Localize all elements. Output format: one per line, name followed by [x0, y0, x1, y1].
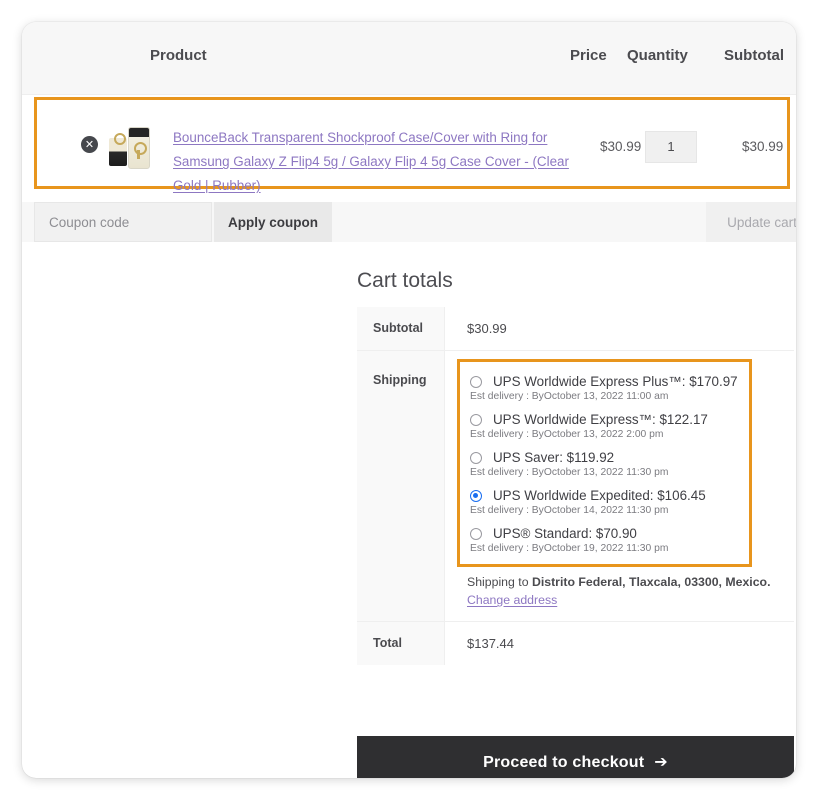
shipping-option-row-0: UPS Worldwide Express Plus™: $170.97 — [470, 374, 739, 389]
column-header-price: Price — [570, 47, 607, 64]
totals-subtotal-label: Subtotal — [357, 307, 445, 350]
thumbnail-ring-right-icon — [134, 142, 147, 155]
shipping-option-3: UPS Worldwide Expedited: $106.45 Est del… — [470, 488, 739, 516]
quantity-input[interactable]: 1 — [645, 131, 697, 163]
shipping-option-1: UPS Worldwide Express™: $122.17 Est deli… — [470, 412, 739, 440]
shipping-radio-1[interactable] — [470, 413, 482, 426]
shipping-est-3: Est delivery : ByOctober 14, 2022 11:30 … — [470, 505, 669, 516]
arrow-right-icon: ➔ — [654, 752, 668, 771]
product-price: $30.99 — [600, 139, 642, 154]
shipping-est-4: Est delivery : ByOctober 19, 2022 11:30 … — [470, 543, 669, 554]
column-header-subtotal: Subtotal — [724, 47, 784, 64]
shipping-radio-3[interactable] — [470, 489, 482, 502]
cart-item-row: ✕ BounceBack Transparent Shockproof Case… — [34, 97, 790, 193]
shipping-option-2: UPS Saver: $119.92 Est delivery : ByOcto… — [470, 450, 739, 478]
shipping-est-1: Est delivery : ByOctober 13, 2022 2:00 p… — [470, 429, 664, 440]
product-subtotal: $30.99 — [742, 139, 784, 154]
totals-row-subtotal: Subtotal $30.99 — [357, 307, 794, 351]
thumbnail-ring-stem-icon — [137, 150, 140, 159]
shipping-label-2[interactable]: UPS Saver: $119.92 — [493, 450, 614, 465]
cart-totals-title: Cart totals — [357, 269, 453, 292]
totals-shipping-label: Shipping — [357, 351, 445, 621]
product-thumbnail[interactable] — [105, 124, 155, 169]
shipping-option-row-4: UPS® Standard: $70.90 — [470, 526, 739, 541]
update-cart-button[interactable]: Update cart — [706, 202, 796, 242]
shipping-label-3[interactable]: UPS Worldwide Expedited: $106.45 — [493, 488, 706, 503]
thumbnail-ring-left-icon — [114, 133, 126, 145]
shipping-destination: Shipping to Distrito Federal, Tlaxcala, … — [467, 575, 794, 589]
shipping-option-row-1: UPS Worldwide Express™: $122.17 — [470, 412, 739, 427]
shipping-est-2: Est delivery : ByOctober 13, 2022 11:30 … — [470, 467, 669, 478]
totals-total-label: Total — [357, 622, 445, 665]
shipping-est-0: Est delivery : ByOctober 13, 2022 11:00 … — [470, 391, 669, 402]
cart-totals-table: Subtotal $30.99 Shipping UPS Worldwide E… — [357, 307, 794, 665]
column-header-quantity: Quantity — [627, 47, 688, 64]
shipping-radio-2[interactable] — [470, 451, 482, 464]
totals-row-total: Total $137.44 — [357, 622, 794, 665]
change-address-link[interactable]: Change address — [467, 593, 557, 607]
apply-coupon-button[interactable]: Apply coupon — [214, 202, 332, 242]
shipping-option-4: UPS® Standard: $70.90 Est delivery : ByO… — [470, 526, 739, 554]
shipping-to-prefix: Shipping to — [467, 575, 532, 589]
cart-table-header: Product Price Quantity Subtotal — [22, 22, 796, 95]
column-header-product: Product — [150, 47, 207, 64]
totals-row-shipping: Shipping UPS Worldwide Express Plus™: $1… — [357, 351, 794, 622]
shipping-label-4[interactable]: UPS® Standard: $70.90 — [493, 526, 637, 541]
product-title-link[interactable]: BounceBack Transparent Shockproof Case/C… — [173, 126, 575, 198]
shipping-option-row-2: UPS Saver: $119.92 — [470, 450, 739, 465]
shipping-options-cell: UPS Worldwide Express Plus™: $170.97 Est… — [445, 351, 794, 621]
shipping-to-address: Distrito Federal, Tlaxcala, 03300, Mexic… — [531, 575, 771, 589]
shipping-methods-box: UPS Worldwide Express Plus™: $170.97 Est… — [457, 359, 752, 567]
shipping-label-0[interactable]: UPS Worldwide Express Plus™: $170.97 — [493, 374, 738, 389]
cart-page-card: Product Price Quantity Subtotal ✕ Bounce… — [22, 22, 796, 778]
shipping-option-0: UPS Worldwide Express Plus™: $170.97 Est… — [470, 374, 739, 402]
coupon-code-input[interactable] — [34, 202, 212, 242]
shipping-option-row-3: UPS Worldwide Expedited: $106.45 — [470, 488, 739, 503]
checkout-label: Proceed to checkout — [483, 754, 645, 771]
shipping-label-1[interactable]: UPS Worldwide Express™: $122.17 — [493, 412, 708, 427]
shipping-radio-0[interactable] — [470, 375, 482, 388]
totals-subtotal-value: $30.99 — [467, 321, 507, 336]
remove-item-icon[interactable]: ✕ — [81, 136, 98, 153]
proceed-to-checkout-button[interactable]: Proceed to checkout ➔ — [357, 736, 794, 778]
totals-total-value: $137.44 — [467, 636, 514, 651]
shipping-radio-4[interactable] — [470, 527, 482, 540]
